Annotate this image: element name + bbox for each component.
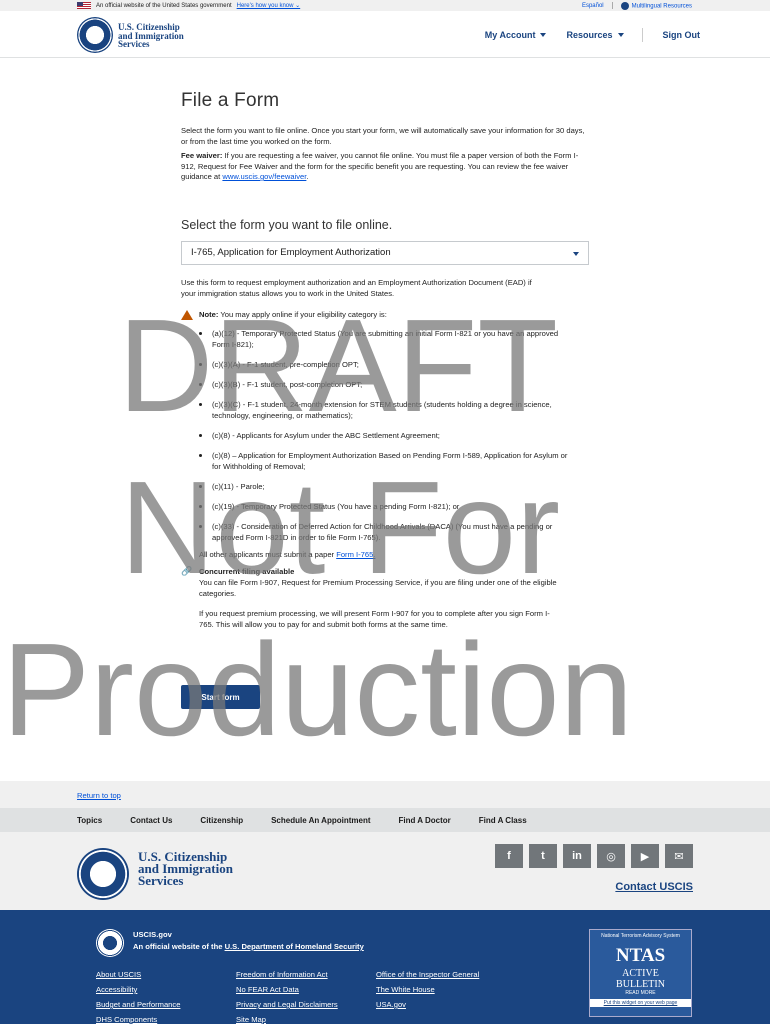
footer-link[interactable]: About USCIS xyxy=(96,970,236,979)
linkedin-icon[interactable]: in xyxy=(563,844,591,868)
instagram-icon[interactable]: ◎ xyxy=(597,844,625,868)
eligibility-item: (c)(19) - Temporary Protected Status (Yo… xyxy=(199,501,571,512)
fee-waiver-text: Fee waiver: If you are requesting a fee … xyxy=(181,151,579,181)
dhs-seal-logo xyxy=(96,929,124,957)
eligibility-item: (c)(3)(A) - F-1 student, pre-completion … xyxy=(199,359,571,370)
gov-title: USCIS.gov xyxy=(133,930,172,939)
footer-link[interactable]: Budget and Performance xyxy=(96,1000,236,1009)
header-nav: My Account Resources Sign Out xyxy=(465,28,700,42)
footer-nav-item[interactable]: Find A Doctor xyxy=(399,816,451,825)
concurrent-text: You can file Form I-907, Request for Pre… xyxy=(199,577,557,598)
contact-uscis-link[interactable]: Contact USCIS xyxy=(615,881,693,893)
ntas-active: ACTIVE xyxy=(622,968,659,979)
youtube-icon[interactable]: ▶ xyxy=(631,844,659,868)
globe-icon xyxy=(620,1,629,10)
official-text: An official website of the United States… xyxy=(96,2,232,9)
footer-links: About USCIS Freedom of Information Act Off… xyxy=(96,970,516,1024)
espanol-link[interactable]: Español xyxy=(582,3,604,9)
footer-nav-item[interactable]: Contact Us xyxy=(130,816,172,825)
email-icon[interactable]: ✉ xyxy=(665,844,693,868)
my-account-menu[interactable]: My Account xyxy=(485,30,547,40)
footer-link[interactable] xyxy=(376,1015,516,1024)
footer-link[interactable]: USA.gov xyxy=(376,1000,516,1009)
footer-nav-item[interactable]: Citizenship xyxy=(200,816,243,825)
footer-nav-item[interactable]: Schedule An Appointment xyxy=(271,816,370,825)
warning-icon xyxy=(181,309,193,320)
site-header: U.S. Citizenship and Immigration Service… xyxy=(0,11,770,58)
gov-banner: An official website of the United States… xyxy=(0,0,770,11)
concurrent-title: Concurrent filing available xyxy=(199,566,295,576)
ntas-bulletin: BULLETIN xyxy=(616,979,665,990)
dhs-seal-logo[interactable] xyxy=(77,17,113,53)
fee-waiver-link[interactable]: www.uscis.gov/feewaiver xyxy=(222,172,306,181)
heres-how-link[interactable]: Here's how you know ⌄ xyxy=(237,2,301,9)
ntas-widget-link[interactable]: Put this widget on your web page xyxy=(590,999,691,1007)
chevron-down-icon xyxy=(573,251,579,256)
footer-nav: Topics Contact Us Citizenship Schedule An A… xyxy=(0,808,770,832)
link-icon: 🔗 xyxy=(181,565,193,576)
uscis-wordmark[interactable]: U.S. Citizenship and Immigration Service… xyxy=(118,23,184,49)
resources-menu[interactable]: Resources xyxy=(566,30,624,40)
eligibility-item: (a)(12) - Temporary Protected Status (Yo… xyxy=(199,328,571,350)
eligibility-note: Note: You may apply online if your eligi… xyxy=(181,309,591,320)
facebook-icon[interactable]: f xyxy=(495,844,523,868)
eligibility-item: (c)(8) – Application for Employment Auth… xyxy=(199,450,571,472)
sign-out-link[interactable]: Sign Out xyxy=(663,30,701,40)
ntas-read-more[interactable]: READ MORE xyxy=(590,990,691,996)
eligibility-list: (a)(12) - Temporary Protected Status (Yo… xyxy=(181,328,571,543)
footer-link[interactable]: Accessibility xyxy=(96,985,236,994)
divider xyxy=(641,28,643,42)
start-form-button[interactable]: Start form xyxy=(181,685,260,709)
footer-brand-section: U.S. Citizenship and Immigration Service… xyxy=(0,832,770,910)
footer-link[interactable]: The White House xyxy=(376,985,516,994)
select-form-heading: Select the form you want to file online. xyxy=(181,217,393,232)
footer-link[interactable]: DHS Components xyxy=(96,1015,236,1024)
main-content: File a Form Select the form you want to … xyxy=(181,90,591,630)
twitter-icon[interactable]: t xyxy=(529,844,557,868)
chevron-down-icon xyxy=(540,33,547,37)
footer-link[interactable]: Freedom of Information Act xyxy=(236,970,376,979)
watermark-line-3: Production xyxy=(2,616,634,763)
intro-text: Select the form you want to file online.… xyxy=(181,126,585,146)
footer-link[interactable]: Privacy and Legal Disclaimers xyxy=(236,1000,376,1009)
ntas-header: National Terrorism Advisory System xyxy=(601,933,680,939)
eligibility-item: (c)(3)(B) - F-1 student, post-completion… xyxy=(199,379,571,390)
footer-link[interactable]: Site Map xyxy=(236,1015,376,1024)
concurrent-filing: 🔗 Concurrent filing available You can fi… xyxy=(181,566,561,630)
ntas-logo: NTAS xyxy=(615,945,666,966)
divider xyxy=(611,2,613,9)
chevron-down-icon xyxy=(617,33,624,37)
return-to-top-link[interactable]: Return to top xyxy=(77,791,121,800)
multilingual-link[interactable]: Multilingual Resources xyxy=(620,1,692,10)
footer-nav-item[interactable]: Topics xyxy=(77,816,102,825)
form-select-value: I-765, Application for Employment Author… xyxy=(191,247,391,258)
us-flag-icon xyxy=(77,2,91,9)
footer-nav-item[interactable]: Find A Class xyxy=(479,816,527,825)
other-applicants-text: All other applicants must submit a paper… xyxy=(199,549,376,559)
footer-identifier: USCIS.gov An official website of the U.S… xyxy=(0,910,770,1024)
eligibility-item: (c)(33) - Consideration of Deferred Acti… xyxy=(199,521,571,543)
eligibility-item: (c)(3)(C) - F-1 student, 24-month extens… xyxy=(199,399,571,421)
form-select[interactable]: I-765, Application for Employment Author… xyxy=(181,240,589,265)
paper-form-link[interactable]: Form I-765. xyxy=(336,550,375,559)
footer-link[interactable]: Office of the Inspector General xyxy=(376,970,516,979)
ntas-widget[interactable]: National Terrorism Advisory System NTAS … xyxy=(589,929,692,1017)
gov-subtitle: An official website of the U.S. Departme… xyxy=(133,942,364,951)
social-links: f t in ◎ ▶ ✉ xyxy=(495,844,693,868)
dhs-link[interactable]: U.S. Department of Homeland Security xyxy=(225,942,364,951)
dhs-seal-logo[interactable] xyxy=(77,848,129,900)
uscis-wordmark[interactable]: U.S. Citizenship and Immigration Service… xyxy=(138,850,233,887)
footer-link[interactable]: No FEAR Act Data xyxy=(236,985,376,994)
page-title: File a Form xyxy=(181,90,280,111)
form-description: Use this form to request employment auth… xyxy=(181,277,532,298)
eligibility-item: (c)(11) - Parole; xyxy=(199,481,571,492)
return-bar: Return to top xyxy=(0,781,770,808)
eligibility-item: (c)(8) - Applicants for Asylum under the… xyxy=(199,430,571,441)
premium-text: If you request premium processing, we wi… xyxy=(199,608,550,629)
